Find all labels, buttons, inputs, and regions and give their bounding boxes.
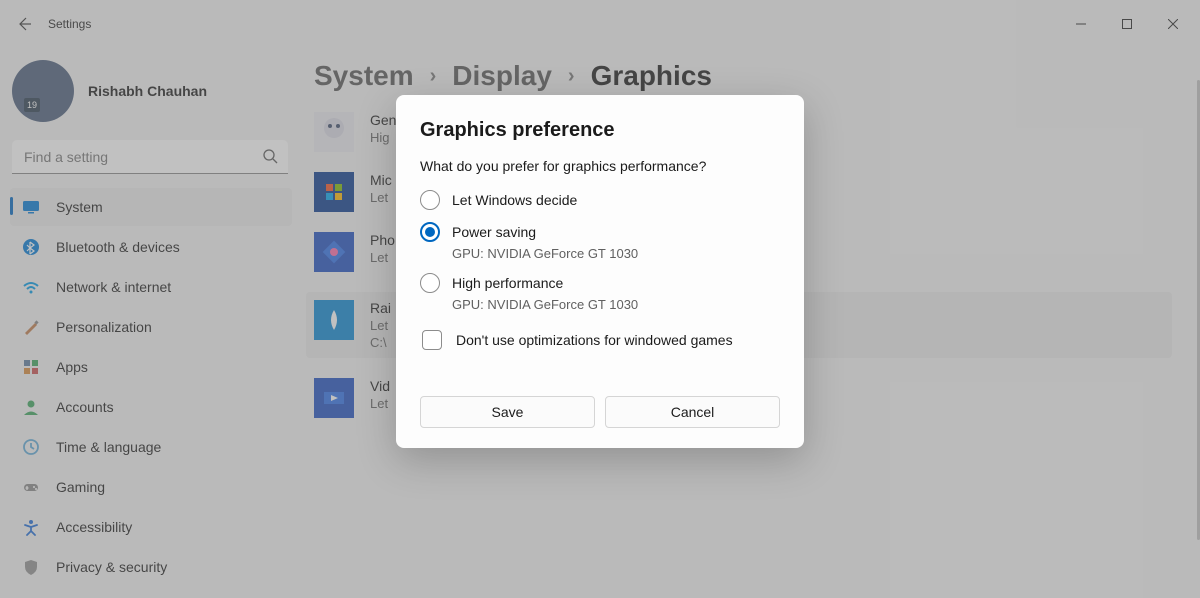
radio-option[interactable]: High performance GPU: NVIDIA GeForce GT 1… bbox=[420, 273, 780, 312]
radio-button[interactable] bbox=[420, 190, 440, 210]
modal-overlay: Graphics preference What do you prefer f… bbox=[0, 0, 1200, 598]
radio-label: Power saving bbox=[452, 224, 536, 240]
radio-option[interactable]: Let Windows decide bbox=[420, 190, 780, 210]
radio-label: Let Windows decide bbox=[452, 192, 577, 208]
radio-label: High performance bbox=[452, 275, 563, 291]
radio-group: Let Windows decide Power saving GPU: NVIDI… bbox=[420, 190, 780, 312]
checkbox-row[interactable]: Don't use optimizations for windowed gam… bbox=[422, 330, 780, 350]
cancel-button[interactable]: Cancel bbox=[605, 396, 780, 428]
dialog-title: Graphics preference bbox=[420, 119, 780, 142]
save-button[interactable]: Save bbox=[420, 396, 595, 428]
radio-button[interactable] bbox=[420, 222, 440, 242]
dialog-buttons: Save Cancel bbox=[420, 396, 780, 428]
radio-gpu-label: GPU: NVIDIA GeForce GT 1030 bbox=[452, 246, 780, 261]
radio-option[interactable]: Power saving GPU: NVIDIA GeForce GT 1030 bbox=[420, 222, 780, 261]
graphics-preference-dialog: Graphics preference What do you prefer f… bbox=[396, 95, 804, 448]
settings-window: Settings Rishabh Chauhan SystemBluetooth… bbox=[0, 0, 1200, 598]
dialog-prompt: What do you prefer for graphics performa… bbox=[420, 158, 780, 174]
radio-button[interactable] bbox=[420, 273, 440, 293]
checkbox[interactable] bbox=[422, 330, 442, 350]
checkbox-label: Don't use optimizations for windowed gam… bbox=[456, 332, 733, 348]
radio-gpu-label: GPU: NVIDIA GeForce GT 1030 bbox=[452, 297, 780, 312]
